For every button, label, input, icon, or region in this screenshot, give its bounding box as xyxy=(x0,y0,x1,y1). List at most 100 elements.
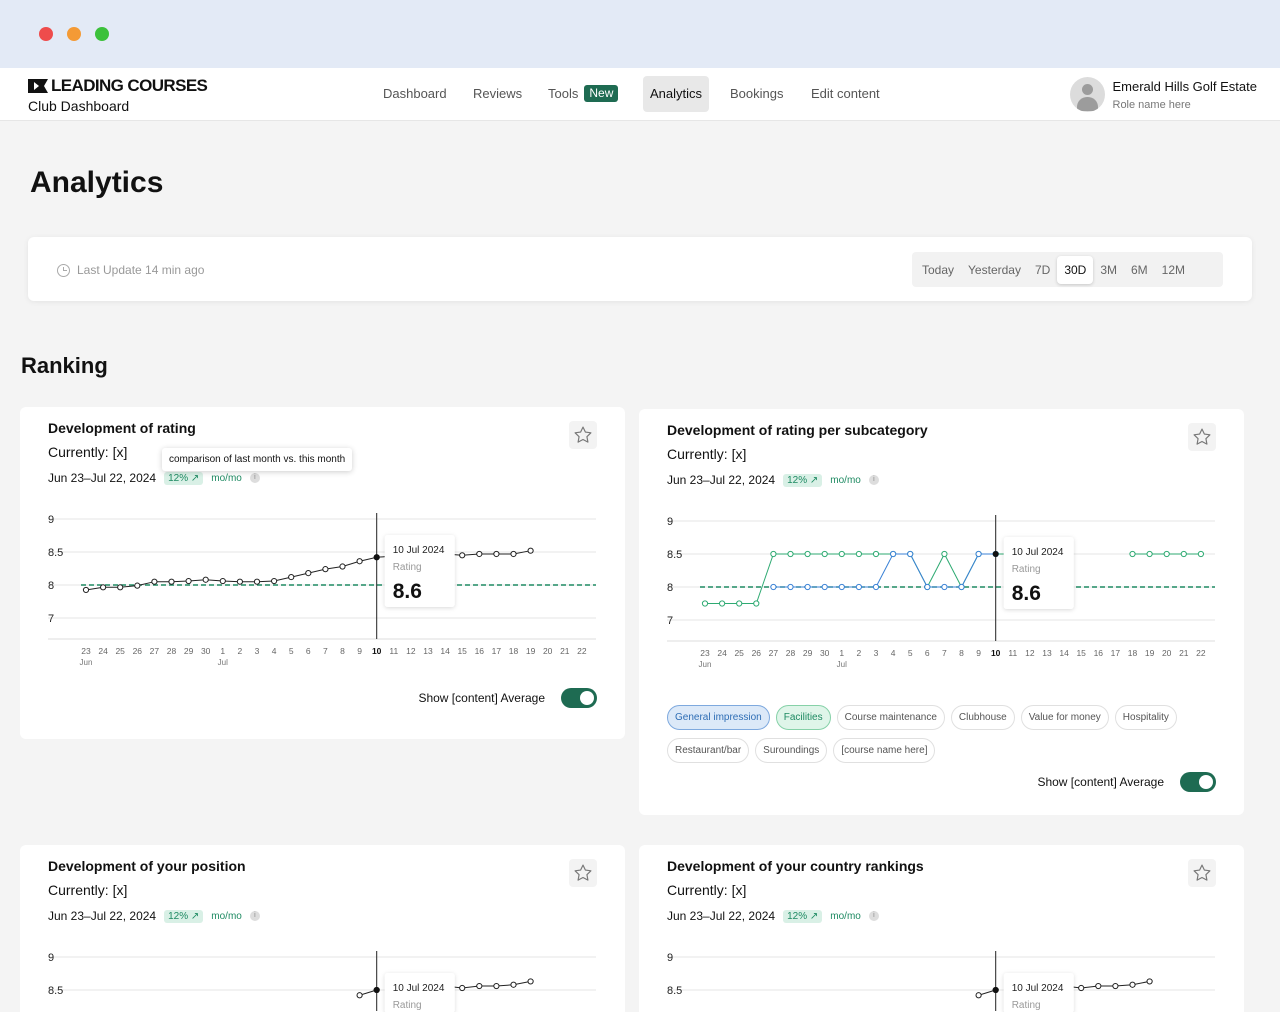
data-point xyxy=(838,583,845,591)
nav-analytics[interactable]: Analytics xyxy=(643,76,710,112)
data-point xyxy=(821,583,828,591)
filter-chip[interactable]: Restaurant/bar xyxy=(667,738,750,763)
user-role: Role name here xyxy=(1112,98,1191,111)
x-tick-label: 30 xyxy=(201,646,211,656)
x-tick-label: 15 xyxy=(457,646,467,656)
top-nav: LEADING COURSES Club Dashboard Dashboard… xyxy=(0,68,1280,121)
nav-tools[interactable]: Tools New xyxy=(541,76,625,112)
user-menu[interactable]: Emerald Hills Golf Estate Role name here xyxy=(1069,77,1257,112)
trend-up-icon: ↗ xyxy=(190,472,200,484)
card-rating: Development of rating Currently: [x] Jun… xyxy=(20,407,625,739)
data-point xyxy=(493,982,500,990)
filter-chip[interactable]: Hospitality xyxy=(1114,705,1177,730)
filter-chip[interactable]: Course maintenance xyxy=(836,705,945,730)
info-icon[interactable]: i xyxy=(249,911,260,921)
brand-logo[interactable]: LEADING COURSES Club Dashboard xyxy=(28,76,208,114)
x-tick-label: 3 xyxy=(255,646,260,656)
series-line xyxy=(705,552,1013,604)
new-badge: New xyxy=(584,85,619,102)
flag-icon xyxy=(28,79,48,93)
x-tick-label: 12 xyxy=(406,646,416,656)
nav-dashboard[interactable]: Dashboard xyxy=(376,76,454,112)
data-point xyxy=(1146,978,1153,985)
data-point xyxy=(1146,550,1153,558)
range-3m[interactable]: 3M xyxy=(1093,256,1124,284)
x-tick-label: 11 xyxy=(389,646,398,656)
data-point xyxy=(872,583,880,591)
marker-point xyxy=(992,987,999,993)
filter-chip[interactable]: Facilities xyxy=(775,705,831,730)
trend-up-icon: ↗ xyxy=(190,910,200,922)
close-window-button[interactable] xyxy=(39,27,53,41)
info-icon[interactable]: i xyxy=(249,473,260,483)
brand-subtitle: Club Dashboard xyxy=(28,98,130,114)
marker-date: 10 Jul 2024 xyxy=(393,545,445,556)
data-point xyxy=(924,583,931,591)
data-point xyxy=(838,550,845,558)
data-point xyxy=(1112,982,1119,990)
range-6m[interactable]: 6M xyxy=(1124,256,1155,284)
x-tick-label: 11 xyxy=(1008,648,1017,658)
data-point xyxy=(804,550,811,558)
data-point xyxy=(459,552,466,559)
y-tick-label: 8.5 xyxy=(48,547,63,559)
avatar[interactable] xyxy=(1069,77,1105,112)
data-point xyxy=(975,550,982,558)
x-tick-label: 28 xyxy=(167,646,177,656)
x-tick-label: 19 xyxy=(526,646,536,656)
x-tick-label: 10 xyxy=(991,648,1001,658)
marker-label: Rating xyxy=(393,562,422,573)
x-tick-label: 29 xyxy=(184,646,194,656)
data-point xyxy=(510,550,517,558)
data-point xyxy=(219,577,226,585)
trend-up-icon: ↗ xyxy=(809,910,819,922)
minimize-window-button[interactable] xyxy=(67,27,81,41)
filter-chip[interactable]: Clubhouse xyxy=(950,705,1015,730)
range-today[interactable]: Today xyxy=(915,256,961,284)
data-point xyxy=(236,578,243,585)
filter-chip[interactable]: Value for money xyxy=(1020,705,1109,730)
x-tick-label: 8 xyxy=(959,648,964,658)
maximize-window-button[interactable] xyxy=(95,27,109,41)
star-icon xyxy=(574,864,592,881)
data-point xyxy=(719,600,726,607)
x-tick-label: 23 xyxy=(700,648,710,658)
info-icon[interactable]: i xyxy=(868,475,879,485)
x-tick-label: 18 xyxy=(509,646,519,656)
info-icon[interactable]: i xyxy=(868,911,879,921)
x-tick-label: 10 xyxy=(372,646,382,656)
show-average-toggle[interactable] xyxy=(1180,772,1216,792)
favorite-button[interactable] xyxy=(1188,423,1216,451)
data-point xyxy=(151,578,158,585)
data-point xyxy=(100,584,107,591)
show-average-control: Show [content] Average xyxy=(1037,772,1216,792)
favorite-button[interactable] xyxy=(569,859,597,887)
filter-chip[interactable]: [course name here] xyxy=(833,738,936,763)
data-point xyxy=(493,550,500,558)
rating-chart: 788.5923 24 25 26 27 28 29 30 1 2 3 4 5 6 7 8 9 10 11 12 13 1… xyxy=(48,513,596,667)
card-title: Development of your position xyxy=(48,858,246,874)
range-yesterday[interactable]: Yesterday xyxy=(961,256,1028,284)
favorite-button[interactable] xyxy=(569,421,597,449)
nav-reviews[interactable]: Reviews xyxy=(466,76,529,112)
filter-chip[interactable]: General impression xyxy=(667,705,770,730)
data-point xyxy=(339,563,346,570)
range-7d[interactable]: 7D xyxy=(1028,256,1057,284)
star-icon xyxy=(574,426,592,443)
nav-edit-content[interactable]: Edit content xyxy=(804,76,887,112)
favorite-button[interactable] xyxy=(1188,859,1216,887)
range-30d[interactable]: 30D xyxy=(1057,255,1094,284)
page-title: Analytics xyxy=(30,166,164,199)
data-point xyxy=(476,550,483,558)
x-tick-label: 16 xyxy=(475,646,485,656)
data-point xyxy=(476,982,483,990)
marker-point xyxy=(992,551,999,557)
window-chrome xyxy=(0,0,1280,68)
nav-bookings[interactable]: Bookings xyxy=(723,76,790,112)
y-tick-label: 9 xyxy=(48,514,54,526)
data-point xyxy=(890,550,897,558)
show-average-label: Show [content] Average xyxy=(418,691,545,705)
filter-chip[interactable]: Suroundings xyxy=(755,738,828,763)
range-12m[interactable]: 12M xyxy=(1155,256,1192,284)
show-average-toggle[interactable] xyxy=(561,688,597,708)
